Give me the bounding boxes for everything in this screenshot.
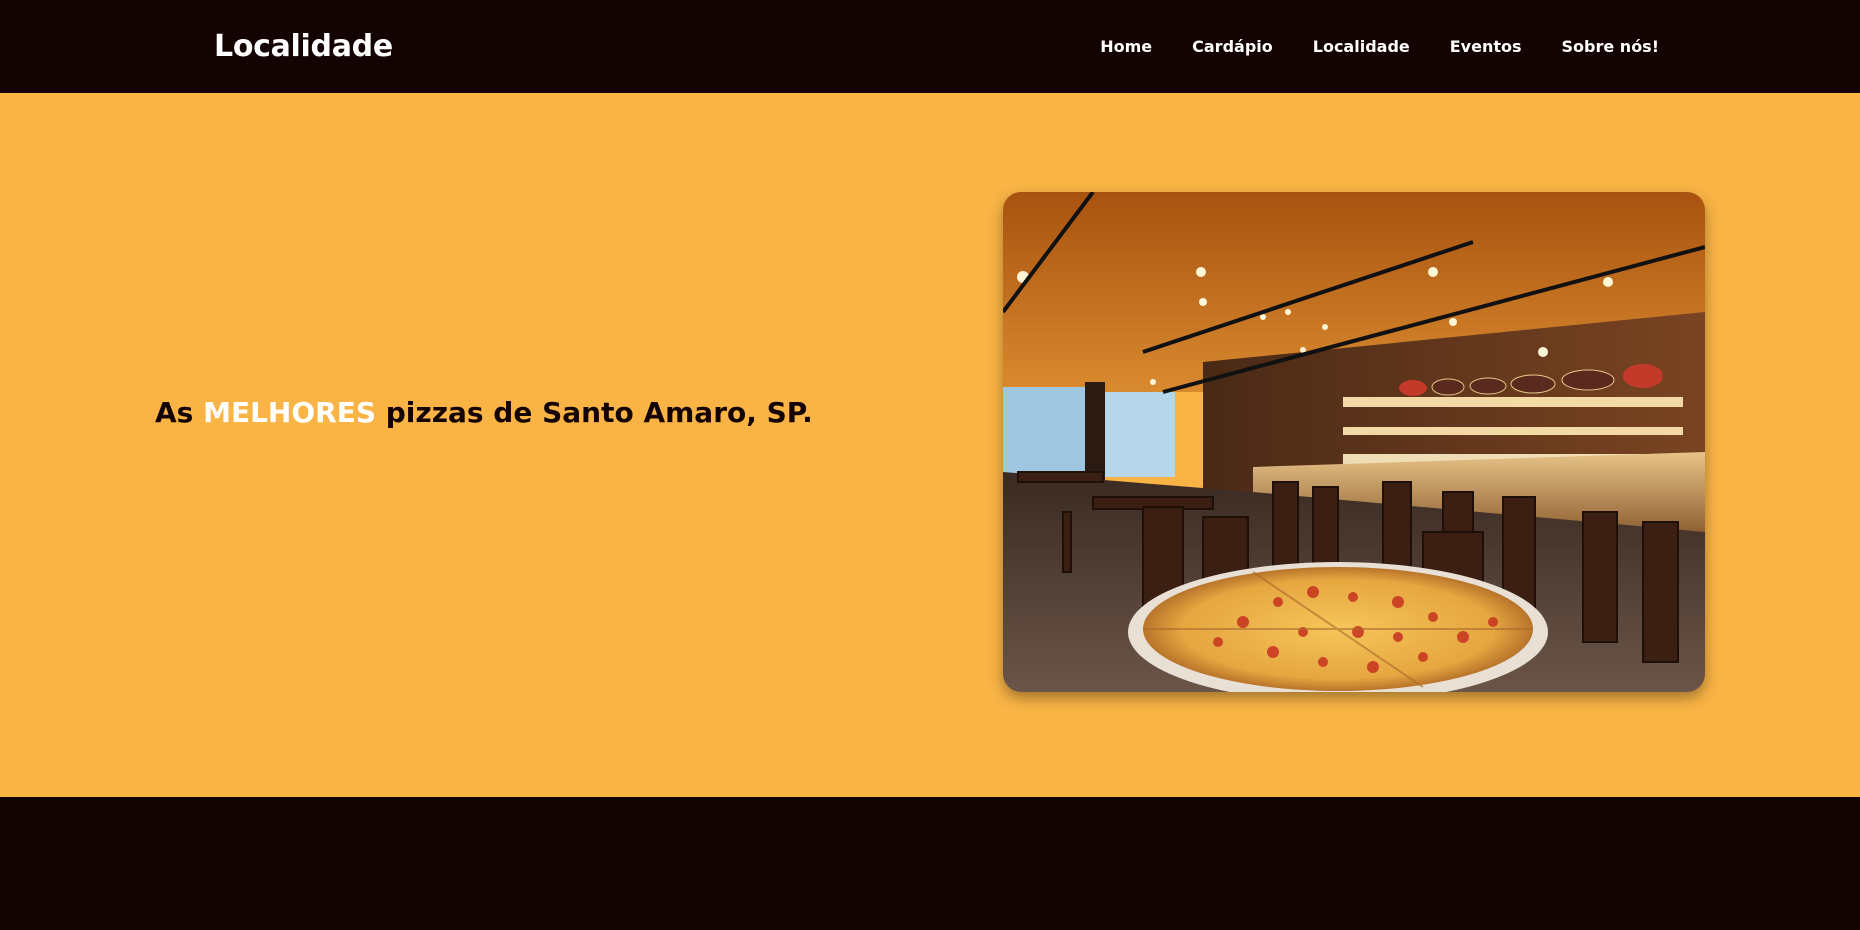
nav-link-home[interactable]: Home — [1100, 37, 1152, 56]
nav-link-localidade[interactable]: Localidade — [1313, 37, 1410, 56]
headline-suffix: pizzas de Santo Amaro, SP. — [385, 396, 813, 429]
pizzeria-interior-photo — [1003, 192, 1705, 692]
headline-highlight: MELHORES — [203, 396, 377, 429]
pizzeria-photo-illustration — [1003, 192, 1705, 692]
hero-headline: As MELHORES pizzas de Santo Amaro, SP. — [155, 396, 813, 429]
site-logo-title[interactable]: Localidade — [214, 0, 393, 93]
page: Localidade Home Cardápio Localidade Even… — [0, 0, 1860, 930]
nav-link-cardapio[interactable]: Cardápio — [1192, 37, 1273, 56]
nav-link-eventos[interactable]: Eventos — [1450, 37, 1522, 56]
main-nav: Home Cardápio Localidade Eventos Sobre n… — [1100, 0, 1659, 93]
hero-section: As MELHORES pizzas de Santo Amaro, SP. — [0, 93, 1860, 797]
headline-prefix: As — [155, 396, 194, 429]
site-footer — [0, 797, 1860, 930]
site-header: Localidade Home Cardápio Localidade Even… — [0, 0, 1860, 93]
nav-link-sobre-nos[interactable]: Sobre nós! — [1562, 37, 1659, 56]
